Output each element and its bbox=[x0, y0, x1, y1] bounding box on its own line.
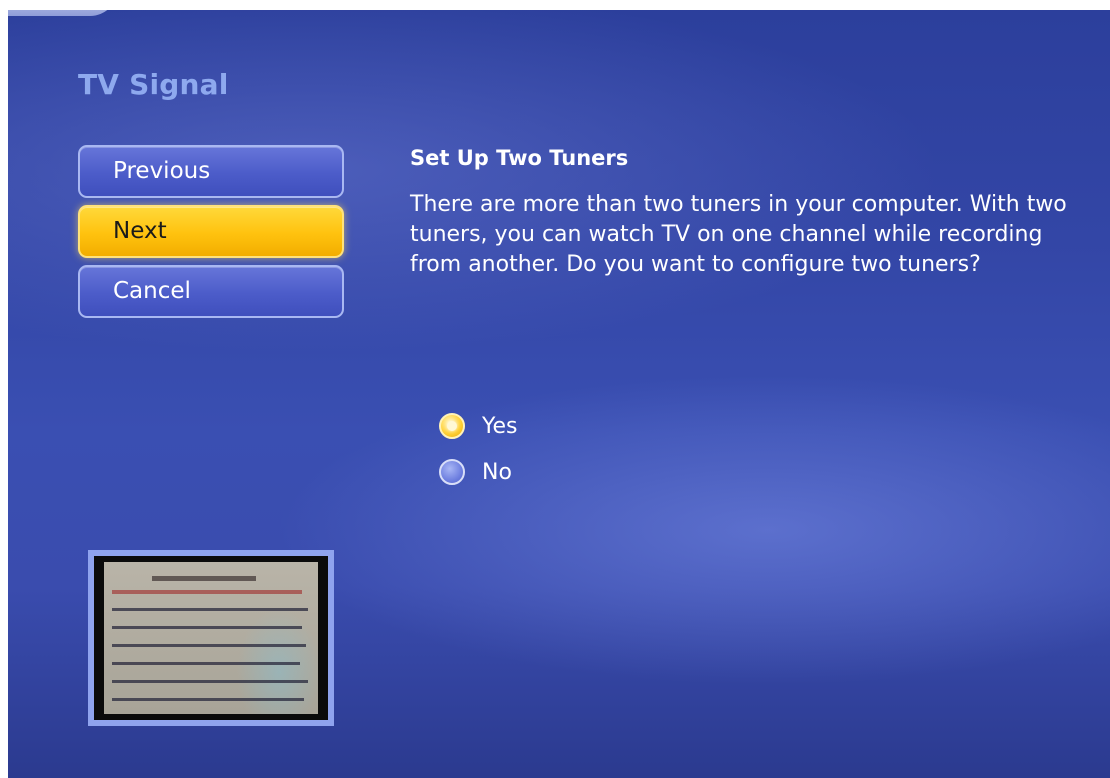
radio-selected-icon[interactable] bbox=[439, 413, 465, 439]
preview-header-line bbox=[112, 590, 302, 594]
preview-title-bar bbox=[152, 576, 256, 581]
radio-unselected-icon[interactable] bbox=[439, 459, 465, 485]
start-orb-icon[interactable] bbox=[8, 10, 118, 16]
preview-line bbox=[112, 680, 308, 683]
cancel-button[interactable]: Cancel bbox=[78, 265, 344, 318]
preview-line bbox=[112, 644, 306, 647]
description-text: There are more than two tuners in your c… bbox=[410, 192, 1067, 277]
option-no[interactable]: No bbox=[439, 449, 518, 495]
option-no-label: No bbox=[482, 459, 512, 485]
next-button[interactable]: Next bbox=[78, 205, 344, 258]
option-yes[interactable]: Yes bbox=[439, 403, 518, 449]
preview-line bbox=[112, 626, 302, 629]
tv-preview-thumbnail[interactable] bbox=[88, 550, 334, 726]
page-title: TV Signal bbox=[78, 68, 229, 101]
wizard-nav: Previous Next Cancel bbox=[78, 145, 344, 325]
option-yes-label: Yes bbox=[482, 413, 518, 439]
preview-line bbox=[112, 662, 300, 665]
preview-line bbox=[112, 698, 304, 701]
media-center-screen: TV Signal Previous Next Cancel Set Up Tw… bbox=[8, 10, 1110, 778]
tv-preview-screen bbox=[104, 562, 318, 714]
previous-button[interactable]: Previous bbox=[78, 145, 344, 198]
section-heading: Set Up Two Tuners bbox=[410, 146, 629, 170]
tuner-options: Yes No bbox=[439, 403, 518, 495]
preview-line bbox=[112, 608, 308, 611]
